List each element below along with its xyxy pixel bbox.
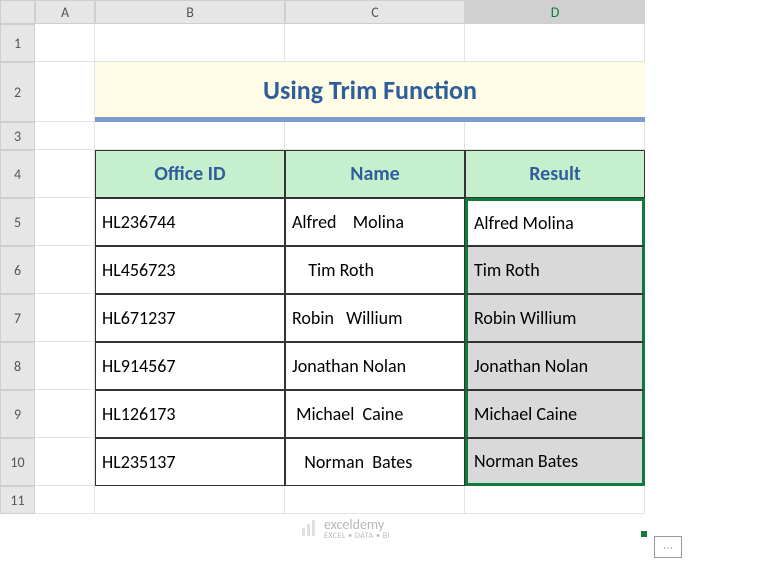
- cell-result[interactable]: Michael Caine: [465, 390, 645, 438]
- spreadsheet-grid: A B C D 1 2 3 4 5 6 7 8 9 10 11 Using Tr…: [0, 0, 767, 514]
- row-header-2[interactable]: 2: [0, 62, 35, 122]
- cell-c11[interactable]: [285, 486, 465, 514]
- autofill-icon: ⋯: [663, 541, 673, 554]
- cell-name[interactable]: Norman Bates: [285, 438, 465, 486]
- cell-office-id[interactable]: HL126173: [95, 390, 285, 438]
- header-result[interactable]: Result: [465, 150, 645, 198]
- fill-handle[interactable]: [640, 530, 648, 538]
- row-header-9[interactable]: 9: [0, 390, 35, 438]
- watermark-tagline: EXCEL • DATA • BI: [324, 533, 390, 540]
- cell-name[interactable]: Jonathan Nolan: [285, 342, 465, 390]
- row-header-6[interactable]: 6: [0, 246, 35, 294]
- cell-a4[interactable]: [35, 150, 95, 198]
- cell-d11[interactable]: [465, 486, 645, 514]
- cell-b3[interactable]: [95, 122, 285, 150]
- cell-result[interactable]: Jonathan Nolan: [465, 342, 645, 390]
- cell-result[interactable]: Norman Bates: [465, 438, 645, 486]
- cell-a8[interactable]: [35, 342, 95, 390]
- cell-a6[interactable]: [35, 246, 95, 294]
- cell-a11[interactable]: [35, 486, 95, 514]
- cell-a7[interactable]: [35, 294, 95, 342]
- row-header-11[interactable]: 11: [0, 486, 35, 514]
- row-header-10[interactable]: 10: [0, 438, 35, 486]
- cell-office-id[interactable]: HL914567: [95, 342, 285, 390]
- cell-a9[interactable]: [35, 390, 95, 438]
- cell-d3[interactable]: [465, 122, 645, 150]
- cell-a3[interactable]: [35, 122, 95, 150]
- cell-a1[interactable]: [35, 24, 95, 62]
- cell-a5[interactable]: [35, 198, 95, 246]
- cell-office-id[interactable]: HL235137: [95, 438, 285, 486]
- watermark: exceldemy EXCEL • DATA • BI: [300, 516, 390, 540]
- row-header-4[interactable]: 4: [0, 150, 35, 198]
- row-header-5[interactable]: 5: [0, 198, 35, 246]
- cell-office-id[interactable]: HL671237: [95, 294, 285, 342]
- autofill-options-button[interactable]: ⋯: [654, 536, 682, 558]
- col-header-b[interactable]: B: [95, 0, 285, 24]
- row-header-7[interactable]: 7: [0, 294, 35, 342]
- cell-name[interactable]: Tim Roth: [285, 246, 465, 294]
- cell-b11[interactable]: [95, 486, 285, 514]
- cell-c1[interactable]: [285, 24, 465, 62]
- header-name[interactable]: Name: [285, 150, 465, 198]
- page-title: Using Trim Function: [95, 62, 645, 122]
- select-all-corner[interactable]: [0, 0, 35, 24]
- cell-d1[interactable]: [465, 24, 645, 62]
- cell-a10[interactable]: [35, 438, 95, 486]
- cell-result[interactable]: Alfred Molina: [465, 198, 645, 246]
- cell-name[interactable]: Robin Willium: [285, 294, 465, 342]
- cell-office-id[interactable]: HL236744: [95, 198, 285, 246]
- col-header-c[interactable]: C: [285, 0, 465, 24]
- cell-a2[interactable]: [35, 62, 95, 122]
- cell-name[interactable]: Michael Caine: [285, 390, 465, 438]
- cell-result[interactable]: Robin Willium: [465, 294, 645, 342]
- row-header-8[interactable]: 8: [0, 342, 35, 390]
- cell-result[interactable]: Tim Roth: [465, 246, 645, 294]
- col-header-a[interactable]: A: [35, 0, 95, 24]
- cell-name[interactable]: Alfred Molina: [285, 198, 465, 246]
- row-header-1[interactable]: 1: [0, 24, 35, 62]
- cell-office-id[interactable]: HL456723: [95, 246, 285, 294]
- cell-b1[interactable]: [95, 24, 285, 62]
- col-header-d[interactable]: D: [465, 0, 645, 24]
- cell-c3[interactable]: [285, 122, 465, 150]
- row-header-3[interactable]: 3: [0, 122, 35, 150]
- chart-icon: [300, 518, 320, 538]
- header-office-id[interactable]: Office ID: [95, 150, 285, 198]
